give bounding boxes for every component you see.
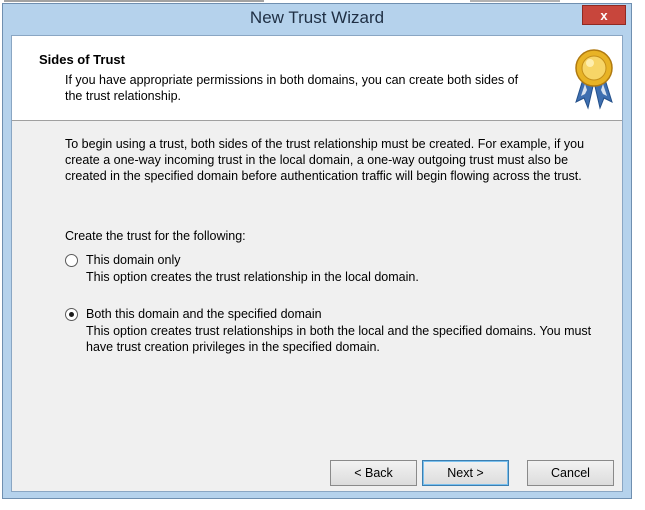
create-trust-label: Create the trust for the following: — [65, 229, 246, 243]
page-title: Sides of Trust — [39, 52, 125, 67]
close-icon: x — [600, 7, 608, 23]
wizard-header: Sides of Trust If you have appropriate p… — [12, 36, 622, 121]
intro-text: To begin using a trust, both sides of th… — [65, 137, 585, 183]
close-button[interactable]: x — [582, 5, 626, 25]
radio-both-domains[interactable] — [65, 308, 78, 321]
option-label[interactable]: Both this domain and the specified domai… — [86, 307, 322, 321]
option-label[interactable]: This domain only — [86, 253, 181, 267]
window-title: New Trust Wizard — [249, 8, 385, 27]
wizard-body: To begin using a trust, both sides of th… — [12, 121, 622, 466]
radio-this-domain-only[interactable] — [65, 254, 78, 267]
next-button[interactable]: Next > — [422, 460, 509, 486]
option-description: This option creates trust relationships … — [86, 324, 592, 354]
award-ribbon-icon — [575, 49, 613, 110]
option-description: This option creates the trust relationsh… — [86, 270, 419, 284]
wizard-client-area: Sides of Trust If you have appropriate p… — [11, 35, 623, 492]
wizard-window: New Trust Wizard x Sides of Trust If you… — [2, 3, 632, 499]
back-button[interactable]: < Back — [330, 460, 417, 486]
page-description: If you have appropriate permissions in b… — [65, 73, 519, 103]
title-bar[interactable]: New Trust Wizard x — [3, 4, 631, 34]
cancel-button[interactable]: Cancel — [527, 460, 614, 486]
